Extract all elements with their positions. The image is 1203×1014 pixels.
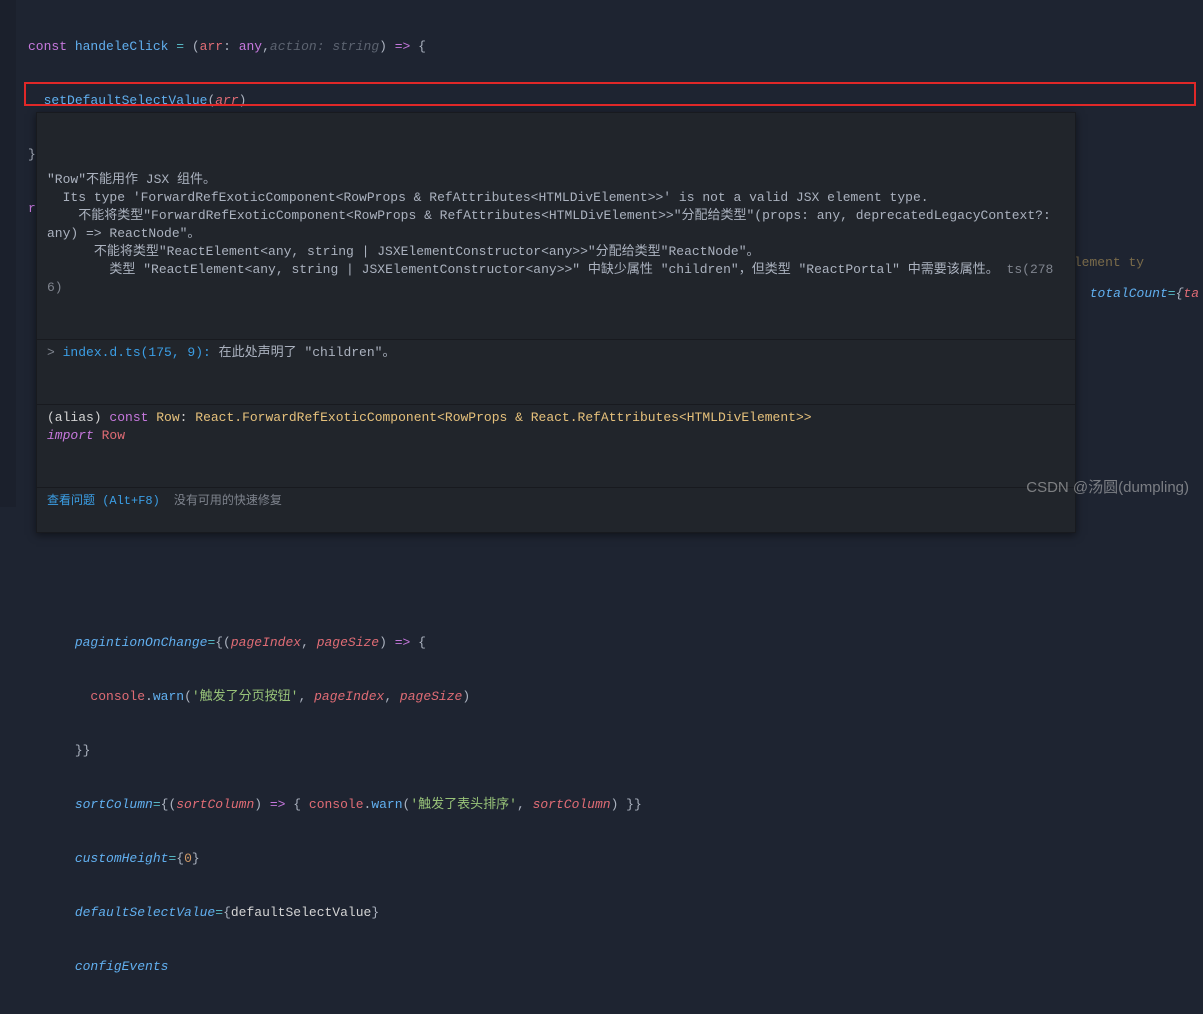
code-line: pagintionOnChange={(pageIndex, pageSize)… — [10, 634, 1144, 652]
gutter — [0, 0, 16, 507]
code-line: console.warn('触发了分页按钮', pageIndex, pageS… — [10, 688, 1144, 706]
no-quickfix-label: 没有可用的快速修复 — [174, 492, 282, 510]
related-location[interactable]: > index.d.ts(175, 9): 在此处声明了 "children"。 — [37, 339, 1075, 368]
hover-tooltip[interactable]: "Row"不能用作 JSX 组件。 Its type 'ForwardRefEx… — [36, 112, 1076, 533]
code-line: configEvents — [10, 958, 1144, 976]
code-line: const handeleClick = (arr: any,action: s… — [10, 38, 1144, 56]
code-line: defaultSelectValue={defaultSelectValue} — [10, 904, 1144, 922]
code-line: customHeight={0} — [10, 850, 1144, 868]
code-line: /> — [10, 1012, 1144, 1014]
watermark: CSDN @汤圆(dumpling) — [1026, 476, 1189, 497]
type-info: (alias) const Row: React.ForwardRefExoti… — [37, 404, 1075, 451]
overflow-code-fragment: 0} totalCount={ta — [1059, 286, 1199, 301]
code-line: sortColumn={(sortColumn) => { console.wa… — [10, 796, 1144, 814]
error-message-block: "Row"不能用作 JSX 组件。 Its type 'ForwardRefEx… — [37, 149, 1075, 303]
tooltip-footer: 查看问题 (Alt+F8) 没有可用的快速修复 — [37, 487, 1075, 514]
code-line: }} — [10, 742, 1144, 760]
source-link[interactable]: index.d.ts(175, 9): — [63, 345, 219, 360]
code-line: setDefaultSelectValue(arr) — [10, 92, 1144, 110]
view-problem-link[interactable]: 查看问题 (Alt+F8) — [47, 492, 160, 510]
